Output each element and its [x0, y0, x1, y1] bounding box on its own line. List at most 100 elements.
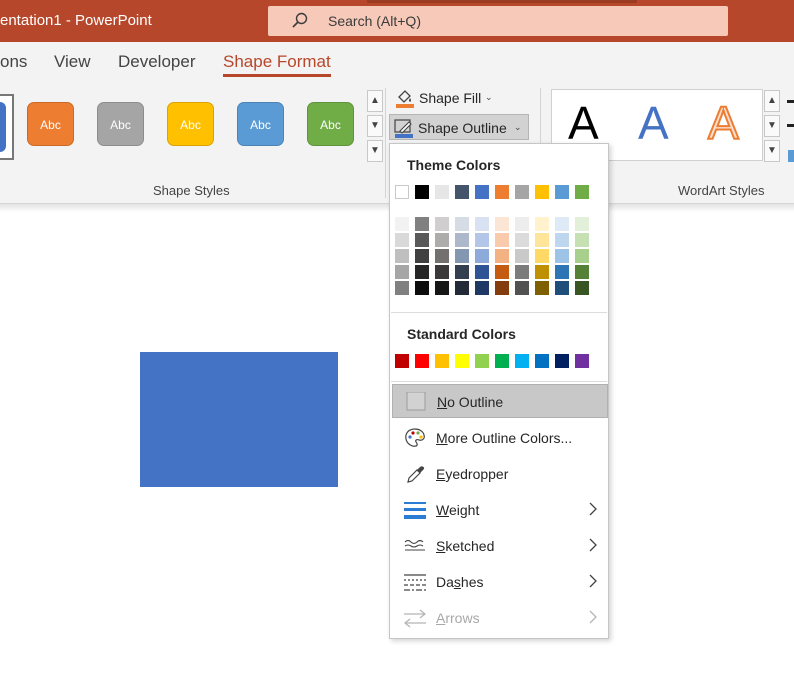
theme-shade-swatch[interactable]	[575, 217, 589, 231]
theme-shade-swatch[interactable]	[575, 265, 589, 279]
theme-shade-swatch[interactable]	[475, 249, 489, 263]
theme-color-swatch[interactable]	[455, 185, 469, 199]
standard-color-swatch[interactable]	[575, 354, 589, 368]
theme-shade-swatch[interactable]	[415, 249, 429, 263]
eyedropper-item[interactable]: Eyedropper	[392, 457, 608, 491]
theme-shade-swatch[interactable]	[495, 217, 509, 231]
theme-shade-swatch[interactable]	[395, 217, 409, 231]
standard-color-swatch[interactable]	[475, 354, 489, 368]
theme-color-swatch[interactable]	[475, 185, 489, 199]
scroll-up-button[interactable]: ▲	[367, 90, 383, 112]
theme-shade-swatch[interactable]	[495, 249, 509, 263]
theme-shade-swatch[interactable]	[515, 233, 529, 247]
tab-shape-format[interactable]: Shape Format	[223, 52, 331, 77]
theme-shade-swatch[interactable]	[515, 217, 529, 231]
shape-style-blue[interactable]: Abc	[237, 102, 284, 146]
standard-color-swatch[interactable]	[535, 354, 549, 368]
theme-shade-swatch[interactable]	[515, 249, 529, 263]
theme-shade-swatch[interactable]	[395, 233, 409, 247]
standard-color-swatch[interactable]	[435, 354, 449, 368]
theme-shade-swatch[interactable]	[555, 217, 569, 231]
shape-style-green[interactable]: Abc	[307, 102, 354, 146]
more-outline-colors-item[interactable]: More Outline Colors...	[392, 421, 608, 455]
theme-shade-swatch[interactable]	[555, 281, 569, 295]
theme-shade-swatch[interactable]	[535, 217, 549, 231]
standard-color-swatch[interactable]	[515, 354, 529, 368]
wordart-style-black[interactable]: A	[568, 96, 599, 150]
theme-shade-swatch[interactable]	[475, 217, 489, 231]
theme-shade-swatch[interactable]	[455, 281, 469, 295]
theme-shade-swatch[interactable]	[395, 265, 409, 279]
theme-shade-swatch[interactable]	[455, 249, 469, 263]
theme-shade-swatch[interactable]	[515, 281, 529, 295]
tab-developer[interactable]: Developer	[118, 52, 196, 72]
theme-shade-swatch[interactable]	[415, 233, 429, 247]
scroll-up-button[interactable]: ▲	[764, 90, 780, 112]
theme-shade-swatch[interactable]	[455, 233, 469, 247]
search-box[interactable]: Search (Alt+Q)	[268, 6, 728, 36]
text-effects-icon[interactable]	[788, 150, 794, 162]
scroll-down-button[interactable]: ▼	[367, 115, 383, 137]
sketched-item[interactable]: Sketched	[392, 529, 608, 563]
theme-shade-swatch[interactable]	[575, 249, 589, 263]
theme-shade-swatch[interactable]	[395, 249, 409, 263]
theme-shade-swatch[interactable]	[435, 217, 449, 231]
theme-shade-swatch[interactable]	[395, 281, 409, 295]
theme-shade-swatch[interactable]	[535, 281, 549, 295]
standard-color-swatch[interactable]	[555, 354, 569, 368]
more-styles-button[interactable]: ▼	[367, 140, 383, 162]
theme-color-swatch[interactable]	[555, 185, 569, 199]
dashes-item[interactable]: Dashes	[392, 565, 608, 599]
text-outline-icon[interactable]	[787, 124, 794, 127]
theme-color-swatch[interactable]	[435, 185, 449, 199]
theme-shade-swatch[interactable]	[535, 265, 549, 279]
theme-color-swatch[interactable]	[535, 185, 549, 199]
arrows-item[interactable]: Arrows	[392, 601, 608, 635]
theme-shade-swatch[interactable]	[415, 265, 429, 279]
standard-color-swatch[interactable]	[395, 354, 409, 368]
standard-color-swatch[interactable]	[415, 354, 429, 368]
theme-shade-swatch[interactable]	[475, 281, 489, 295]
theme-shade-swatch[interactable]	[555, 249, 569, 263]
shape-outline-button[interactable]: Shape Outline ⌄	[389, 114, 529, 140]
theme-shade-swatch[interactable]	[415, 281, 429, 295]
theme-shade-swatch[interactable]	[415, 217, 429, 231]
wordart-style-orange-outline[interactable]: A	[707, 96, 740, 150]
theme-color-swatch[interactable]	[415, 185, 429, 199]
theme-shade-swatch[interactable]	[535, 249, 549, 263]
theme-shade-swatch[interactable]	[435, 265, 449, 279]
shape-style-gold[interactable]: Abc	[167, 102, 214, 146]
shape-style-orange[interactable]: Abc	[27, 102, 74, 146]
shape-fill-button[interactable]: Shape Fill ⌄	[391, 85, 501, 111]
shape-style-partial[interactable]	[0, 94, 14, 160]
theme-color-swatch[interactable]	[515, 185, 529, 199]
theme-shade-swatch[interactable]	[555, 233, 569, 247]
wordart-style-blue[interactable]: A	[638, 96, 669, 150]
theme-shade-swatch[interactable]	[575, 281, 589, 295]
text-fill-icon[interactable]	[787, 100, 794, 103]
theme-shade-swatch[interactable]	[535, 233, 549, 247]
tab-view[interactable]: View	[54, 52, 91, 72]
theme-shade-swatch[interactable]	[475, 233, 489, 247]
theme-shade-swatch[interactable]	[555, 265, 569, 279]
theme-shade-swatch[interactable]	[435, 281, 449, 295]
selected-rectangle-shape[interactable]	[140, 352, 338, 487]
theme-color-swatch[interactable]	[495, 185, 509, 199]
theme-shade-swatch[interactable]	[455, 217, 469, 231]
shape-style-gray[interactable]: Abc	[97, 102, 144, 146]
standard-color-swatch[interactable]	[455, 354, 469, 368]
theme-shade-swatch[interactable]	[435, 249, 449, 263]
standard-color-swatch[interactable]	[495, 354, 509, 368]
theme-color-swatch[interactable]	[395, 185, 409, 199]
theme-shade-swatch[interactable]	[575, 233, 589, 247]
theme-shade-swatch[interactable]	[515, 265, 529, 279]
theme-shade-swatch[interactable]	[495, 281, 509, 295]
weight-item[interactable]: Weight	[392, 493, 608, 527]
theme-shade-swatch[interactable]	[495, 233, 509, 247]
scroll-down-button[interactable]: ▼	[764, 115, 780, 137]
tab-animations[interactable]: ons	[0, 52, 27, 72]
theme-color-swatch[interactable]	[575, 185, 589, 199]
no-outline-item[interactable]: No Outline	[392, 384, 608, 418]
theme-shade-swatch[interactable]	[495, 265, 509, 279]
more-wordart-button[interactable]: ▼	[764, 140, 780, 162]
